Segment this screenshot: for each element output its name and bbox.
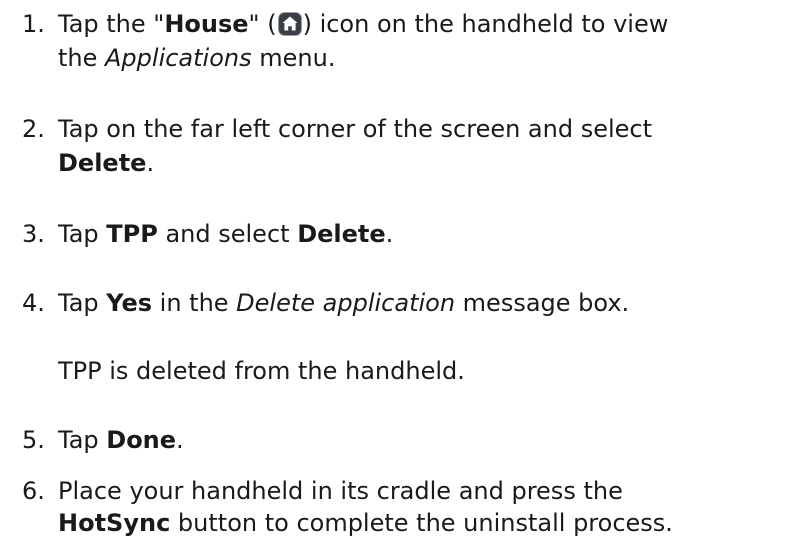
step-text-line: Delete. [58,146,154,180]
step-text: Tap the " [58,10,165,38]
step-number: 6. [22,477,45,505]
step-text: . [146,149,155,177]
done-label: Done [106,426,177,454]
step-text: message box. [455,289,630,317]
yes-label: Yes [106,289,153,317]
instruction-document: 1. Tap the "House" ( ) icon on the handh… [0,0,788,542]
step-text-line: Tap Yes in the Delete application messag… [58,286,629,320]
step-text-line: Tap the "House" ( ) icon on the handheld… [58,7,668,41]
house-label: House [164,10,249,38]
hotsync-label: HotSync [58,509,171,537]
house-icon [277,12,302,36]
step-number: 2. [22,115,45,143]
step-text: in the [152,289,237,317]
step-number: 5. [22,426,45,454]
applications-label: Applications [105,44,252,72]
step-text-line: HotSync button to complete the uninstall… [58,506,673,540]
step-text: . [176,426,184,454]
step-text-line: Place your handheld in its cradle and pr… [58,477,623,505]
step-text: and select [157,220,298,248]
step-text: Tap [58,289,107,317]
step-text-line: Tap on the far left corner of the screen… [58,115,653,143]
step-text: Tap [58,220,107,248]
step-text-line: the Applications menu. [58,41,335,75]
step-number: 4. [22,289,45,317]
step-number: 1. [22,10,45,38]
step-text-line: Tap TPP and select Delete. [58,217,393,251]
delete-application-label: Delete application [236,289,456,317]
step-text: the [58,44,106,72]
step-text: . [385,220,394,248]
delete-label: Delete [58,149,147,177]
step-text: menu. [251,44,336,72]
step-text: Tap [58,426,107,454]
step-text-line: Tap Done. [58,423,184,457]
step-text: ) icon on the handheld to view [302,10,669,38]
step-number: 3. [22,220,45,248]
tpp-label: TPP [106,220,158,248]
step-text: " ( [248,10,277,38]
step-text: button to complete the uninstall process… [170,509,673,537]
result-note: TPP is deleted from the handheld. [58,357,465,385]
delete-label: Delete [297,220,386,248]
